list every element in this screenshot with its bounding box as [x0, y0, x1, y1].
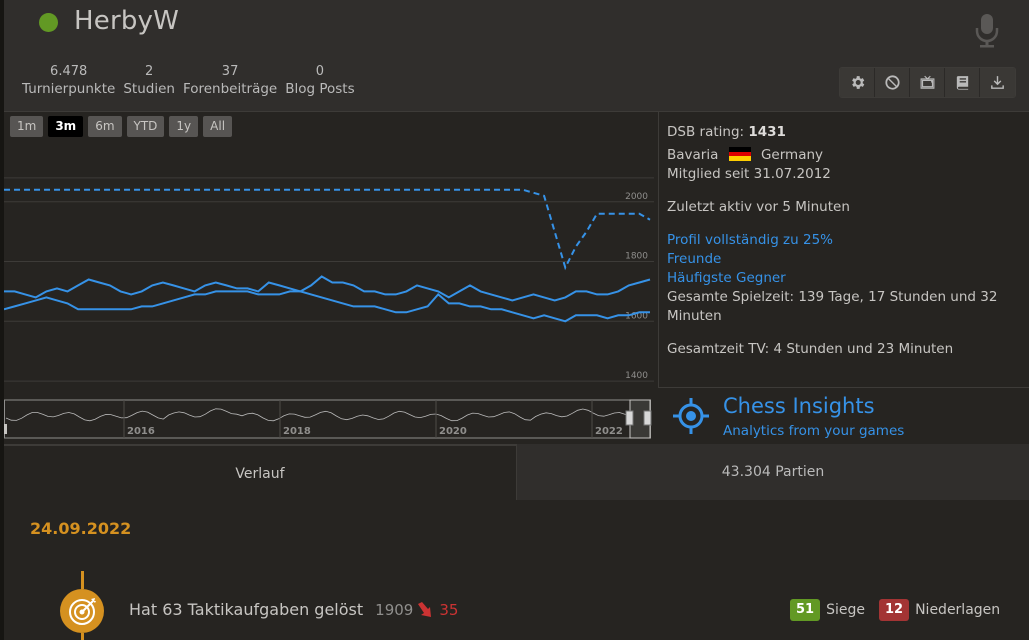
book-icon — [956, 76, 968, 90]
range-ytd-button[interactable]: YTD — [126, 116, 165, 137]
stat-label: Blog Posts — [285, 81, 355, 97]
stat-number: 2 — [144, 64, 154, 79]
settings-button[interactable] — [840, 68, 875, 97]
stat-number: 37 — [221, 64, 239, 79]
navigator-frame — [4, 399, 651, 439]
dsb-rating-value: 1431 — [748, 124, 786, 140]
rating-series-line[interactable] — [4, 275, 651, 302]
puzzle-target-icon — [60, 589, 104, 633]
activity-date: 24.09.2022 — [30, 519, 132, 538]
germany-flag-icon — [728, 147, 751, 161]
insights-target-icon — [673, 398, 709, 434]
activity-text: Hat 63 Taktikaufgaben gelöst — [129, 600, 364, 619]
rating-chart-plot: 2000180016001400 — [4, 177, 654, 382]
stat-number: 0 — [315, 64, 325, 79]
block-icon — [884, 75, 900, 90]
chart-navigator[interactable]: 2016 2018 2020 2022 — [4, 399, 658, 444]
tab-activity[interactable]: Verlauf — [4, 444, 516, 500]
friends-link[interactable]: Freunde — [667, 250, 1029, 269]
navigator-year-label: 2018 — [283, 426, 311, 437]
range-1y-button[interactable]: 1y — [169, 116, 199, 137]
stat-label: Turnierpunkte — [22, 81, 116, 97]
y-tick-label: 1800 — [625, 252, 648, 262]
stat-tournament-points[interactable]: 6.478 Turnierpunkte — [18, 64, 119, 98]
online-status-icon — [39, 13, 58, 32]
stat-label: Forenbeiträge — [182, 81, 278, 97]
insights-subtitle: Analytics from your games — [723, 423, 905, 439]
download-icon — [991, 76, 1004, 89]
range-1m-button[interactable]: 1m — [10, 116, 44, 137]
rating-chart: 2000 1800 1600 1400 1m 3m 6m YTD 1y All 201… — [4, 112, 658, 444]
navigator-year-label: 2016 — [127, 426, 155, 437]
losses-badge: 12 — [878, 599, 910, 621]
last-active: Zuletzt aktiv vor 5 Minuten — [667, 199, 850, 215]
trend-down-icon — [418, 601, 432, 617]
microphone-icon[interactable] — [972, 12, 1002, 48]
profile-info: DSB rating: 1431 Bavaria Germany Mitglie… — [667, 112, 1029, 387]
navigator-year-label: 2020 — [439, 426, 467, 437]
notes-button[interactable] — [945, 68, 980, 97]
tab-games[interactable]: 43.304 Partien — [516, 444, 1029, 500]
location: Bavaria Germany — [667, 146, 1029, 165]
losses-label: Niederlagen — [915, 602, 1001, 618]
navigator-year-label: 2022 — [595, 426, 623, 437]
country: Germany — [760, 147, 824, 163]
total-playtime: Gesamte Spielzeit: 139 Tage, 17 Stunden … — [667, 289, 998, 324]
username: HerbyW — [74, 6, 180, 36]
puzzle-rating: 1909 — [375, 600, 414, 619]
y-tick-label: 1400 — [625, 371, 648, 381]
profile-stats: 6.478 Turnierpunkte 2 Studien 37 Forenbe… — [18, 64, 359, 98]
navigator-left-handle[interactable] — [4, 424, 7, 434]
block-button[interactable] — [875, 68, 910, 97]
wins-badge: 51 — [790, 599, 821, 621]
rating-series-line[interactable] — [4, 290, 650, 323]
navigator-handle[interactable] — [643, 410, 652, 426]
member-since: Mitglied seit 31.07.2012 — [667, 166, 831, 182]
profile-tabs: Verlauf 43.304 Partien — [4, 444, 1029, 500]
profile-header: HerbyW 6.478 Turnierpunkte 2 Studien 37 … — [4, 0, 1029, 112]
range-selector: 1m 3m 6m YTD 1y All — [10, 116, 233, 137]
stat-number: 6.478 — [50, 64, 88, 79]
stat-studies[interactable]: 2 Studien — [119, 64, 179, 98]
range-all-button[interactable]: All — [203, 116, 233, 137]
stat-blog-posts[interactable]: 0 Blog Posts — [281, 64, 358, 98]
export-games-button[interactable] — [980, 68, 1015, 97]
gear-icon — [851, 76, 864, 89]
timeline-line — [81, 633, 84, 640]
wins-label: Siege — [826, 602, 865, 618]
puzzle-results: 51 Siege 12 Niederlagen — [790, 599, 1014, 621]
chess-insights-banner[interactable]: Chess Insights Analytics from your games — [658, 387, 1029, 444]
timeline-line — [81, 571, 84, 589]
y-tick-label: 2000 — [625, 192, 648, 202]
tv-time: Gesamtzeit TV: 4 Stunden und 23 Minuten — [667, 341, 954, 357]
rating-change-value: 35 — [439, 600, 459, 619]
rating-change: 35 — [417, 601, 458, 619]
stat-label: Studien — [123, 81, 175, 97]
profile-complete-link[interactable]: Profil vollständig zu 25% — [667, 231, 1029, 250]
watch-tv-button[interactable] — [910, 68, 945, 97]
opponents-link[interactable]: Häufigste Gegner — [667, 269, 1029, 288]
activity-puzzles: Hat 63 Taktikaufgaben gelöst 1909 35 — [129, 600, 458, 619]
navigator-handle[interactable] — [625, 410, 634, 426]
insights-title: Chess Insights — [723, 394, 875, 418]
region: Bavaria — [667, 147, 719, 163]
dsb-rating: DSB rating: 1431 — [667, 123, 1029, 142]
range-3m-button[interactable]: 3m — [48, 116, 84, 137]
profile-actions — [839, 67, 1016, 98]
range-6m-button[interactable]: 6m — [88, 116, 122, 137]
tv-icon — [920, 75, 934, 89]
stat-forum-posts[interactable]: 37 Forenbeiträge — [179, 64, 281, 98]
dsb-rating-label: DSB rating: — [667, 124, 745, 140]
